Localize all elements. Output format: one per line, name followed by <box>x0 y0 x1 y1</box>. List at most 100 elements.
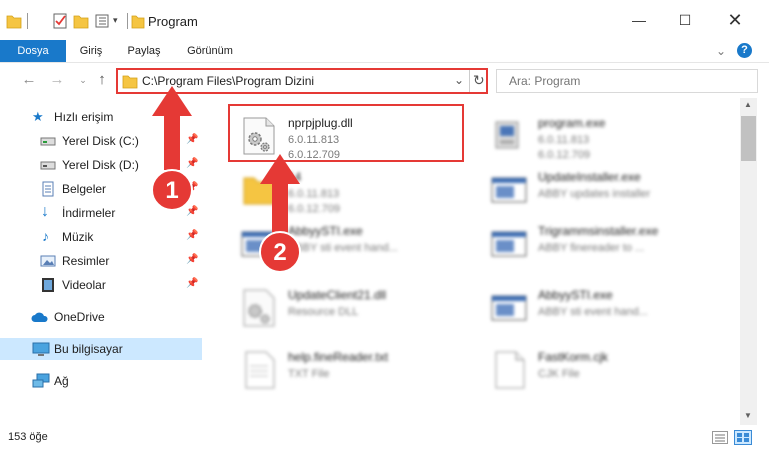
maximize-button[interactable]: ☐ <box>662 0 708 40</box>
folder-icon <box>6 15 22 29</box>
file-item-abbyysti-exe[interactable]: AbbyySTI.exe ABBY sti event hand... <box>222 214 472 276</box>
navigation-bar: ← → ⌄ ↑ C:\Program Files\Program Dizini … <box>0 62 769 98</box>
folder-icon <box>122 75 138 89</box>
refresh-icon[interactable]: ↻ <box>473 72 485 89</box>
back-arrow-icon[interactable]: ← <box>20 71 38 89</box>
file-item-fastkorm-cjk[interactable]: FastKorm.cjk CJK File <box>472 340 722 402</box>
video-icon <box>42 278 54 292</box>
address-history-chevron-icon[interactable]: ⌄ <box>454 73 464 87</box>
file-item-updateclient21-dll[interactable]: UpdateClient21.dll Resource DLL <box>222 278 472 340</box>
pin-icon[interactable]: 📌 <box>186 158 198 169</box>
scroll-down-icon[interactable]: ▼ <box>744 411 752 420</box>
sidebar-item-label: Resimler <box>62 254 110 268</box>
pin-icon[interactable]: 📌 <box>186 254 198 265</box>
sidebar-item-documents[interactable]: Belgeler 📌 <box>0 178 202 200</box>
customize-toolbar-chevron-icon[interactable]: ▾ <box>113 15 118 26</box>
exe-window-icon <box>491 295 527 321</box>
help-icon[interactable]: ? <box>737 43 752 58</box>
close-button[interactable]: ✕ <box>712 0 758 40</box>
scroll-up-icon[interactable]: ▲ <box>744 100 752 109</box>
expand-ribbon-icon[interactable]: ⌄ <box>716 44 726 58</box>
sidebar-item-label: Yerel Disk (C:) <box>62 134 139 148</box>
file-item-updateinstaller-exe[interactable]: UpdateInstaller.exe ABBY updates install… <box>472 160 722 222</box>
file-name: UpdateClient21.dll <box>288 288 387 302</box>
pin-icon[interactable]: 📌 <box>186 206 198 217</box>
details-view-icon[interactable] <box>712 431 728 444</box>
sidebar-item-pictures[interactable]: Resimler 📌 <box>0 250 202 272</box>
vertical-scrollbar[interactable]: ▲ ▼ <box>740 98 757 425</box>
navigation-pane: ★ Hızlı erişim Yerel Disk (C:) 📌 Yerel D… <box>0 98 202 425</box>
status-bar: 153 öğe <box>0 425 769 464</box>
sidebar-item-disk-c[interactable]: Yerel Disk (C:) 📌 <box>0 130 202 152</box>
sidebar-item-label: Hızlı erişim <box>54 110 114 124</box>
file-version: 6.0.11.813 <box>538 134 590 146</box>
sidebar-item-label: OneDrive <box>54 310 105 324</box>
tab-home[interactable]: Giriş <box>69 40 113 62</box>
tab-file[interactable]: Dosya <box>0 40 66 62</box>
document-icon <box>42 181 54 197</box>
download-icon: ↓ <box>41 203 49 220</box>
file-name: FastKorm.cjk <box>538 350 609 364</box>
file-item-program-exe[interactable]: program.exe 6.0.11.813 6.0.12.709 <box>472 106 722 168</box>
file-item-folder-14[interactable]: 14 6.0.11.813 6.0.12.709 <box>222 160 472 222</box>
tab-view[interactable]: Görünüm <box>181 40 239 62</box>
sidebar-item-label: İndirmeler <box>62 206 116 220</box>
sidebar-item-label: Belgeler <box>62 182 107 196</box>
search-input[interactable] <box>497 70 757 92</box>
sidebar-item-downloads[interactable]: ↓ İndirmeler 📌 <box>0 202 202 224</box>
sidebar-item-network[interactable]: Ağ <box>0 370 202 392</box>
star-icon: ★ <box>32 109 44 124</box>
dll-gear-icon <box>243 289 275 327</box>
file-description: TXT File <box>288 368 330 380</box>
sidebar-item-videos[interactable]: Videolar 📌 <box>0 274 202 296</box>
sidebar-item-music[interactable]: ♪ Müzik 📌 <box>0 226 202 248</box>
tab-share[interactable]: Paylaş <box>121 40 167 62</box>
recent-locations-chevron-icon[interactable]: ⌄ <box>74 71 92 89</box>
pin-icon[interactable]: 📌 <box>186 278 198 289</box>
sidebar-item-label: Müzik <box>62 230 94 244</box>
view-toggle-icon[interactable] <box>94 12 110 30</box>
folder-icon <box>243 177 275 205</box>
file-name: help.fineReader.txt <box>288 350 389 364</box>
scrollbar-thumb[interactable] <box>741 116 756 161</box>
sidebar-item-label: Yerel Disk (D:) <box>62 158 139 172</box>
pin-icon[interactable]: 📌 <box>186 182 198 193</box>
cloud-icon <box>31 312 48 322</box>
file-version: 6.0.11.813 <box>288 188 340 200</box>
drive-icon <box>40 137 56 146</box>
file-description: CJK File <box>538 368 580 380</box>
pin-icon[interactable]: 📌 <box>186 134 198 145</box>
minimize-button[interactable]: — <box>616 0 662 40</box>
file-item-help-txt[interactable]: help.fineReader.txt TXT File <box>222 340 472 402</box>
sidebar-item-this-pc[interactable]: Bu bilgisayar <box>0 338 202 360</box>
pin-icon[interactable]: 📌 <box>186 230 198 241</box>
new-folder-icon[interactable] <box>73 12 89 30</box>
file-item-abbyysti-exe-2[interactable]: AbbyySTI.exe ABBY sti event hand... <box>472 278 722 340</box>
exe-window-icon <box>241 231 277 257</box>
sidebar-item-disk-d[interactable]: Yerel Disk (D:) 📌 <box>0 154 202 176</box>
file-description: ABBY finereader to ... <box>538 242 645 254</box>
item-count: 153 öğe <box>8 431 48 443</box>
file-name: program.exe <box>538 116 606 130</box>
network-icon <box>32 373 50 388</box>
file-description: ABBY sti event hand... <box>538 306 648 318</box>
file-name: 14 <box>288 170 302 184</box>
toolbar-divider <box>27 13 28 29</box>
toolbar-divider <box>127 13 128 29</box>
exe-window-icon <box>491 231 527 257</box>
address-bar[interactable]: C:\Program Files\Program Dizini ⌄ ↻ <box>116 68 488 94</box>
sidebar-item-quick-access[interactable]: ★ Hızlı erişim <box>0 106 202 128</box>
forward-arrow-icon[interactable]: → <box>48 71 66 89</box>
file-item-trigrammsinstaller-exe[interactable]: Trigrammsinstaller.exe ABBY finereader t… <box>472 214 722 276</box>
folder-icon <box>131 15 145 29</box>
sidebar-item-onedrive[interactable]: OneDrive <box>0 306 202 328</box>
address-divider <box>469 70 470 92</box>
up-arrow-icon[interactable]: ↑ <box>93 71 111 89</box>
blank-file-icon <box>495 351 525 389</box>
large-icons-view-icon[interactable] <box>734 430 752 445</box>
exe-window-icon <box>491 177 527 203</box>
properties-icon[interactable] <box>52 12 68 30</box>
search-box[interactable] <box>496 69 758 93</box>
sidebar-item-label: Bu bilgisayar <box>54 342 123 356</box>
file-description: ABBY updates installer <box>538 188 651 200</box>
